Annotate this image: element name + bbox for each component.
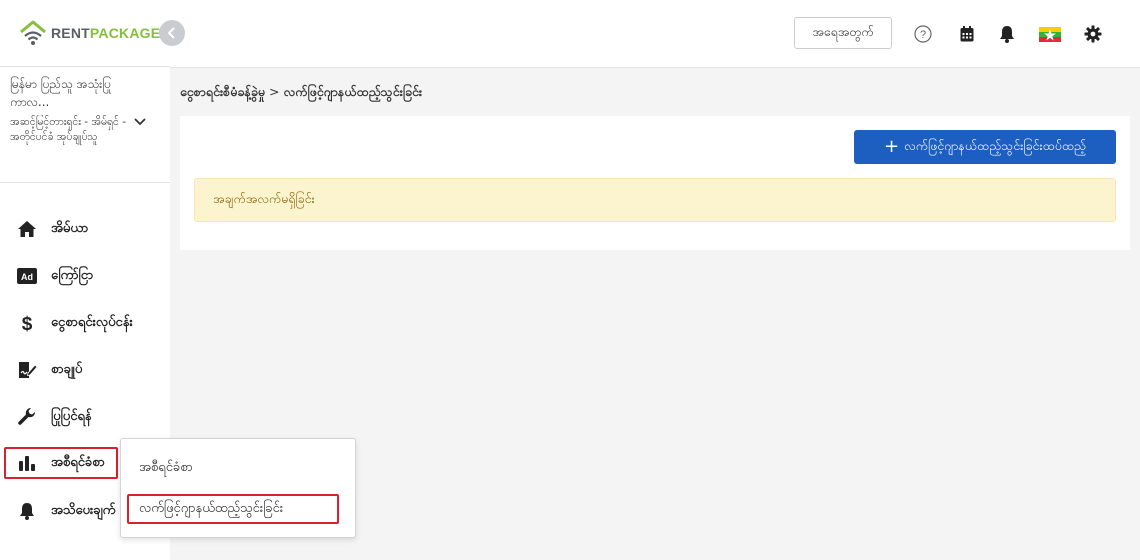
flag-icon[interactable] — [1038, 24, 1062, 44]
sidebar-item-reports[interactable]: အစီရင်ခံစာ — [4, 447, 118, 479]
sidebar-item-contracts[interactable]: စာချုပ် — [4, 354, 118, 386]
empty-state-alert: အချက်အလက်မရှိခြင်း — [194, 178, 1116, 222]
contract-icon — [17, 360, 37, 380]
add-journal-entry-button[interactable]: + လက်ဖြင့်ဂျာနယ်ထည့်သွင်းခြင်းထပ်ထည့် — [854, 130, 1116, 164]
gear-icon[interactable] — [1083, 24, 1103, 44]
submenu-item-manual-journal[interactable]: လက်ဖြင့်ဂျာနယ်ထည့်သွင်းခြင်း — [127, 494, 339, 524]
sidebar-item-label: စာချုပ် — [51, 361, 83, 377]
sidebar-item-label: အစီရင်ခံစာ — [51, 454, 105, 470]
app-logo[interactable]: RENTPACKAGE — [18, 20, 160, 46]
top-bar: အရေအတွက် ? — [170, 0, 1140, 68]
sidebar-item-label: ကြော်ငြာ — [51, 267, 94, 283]
breadcrumb-current: လက်ဖြင့်ဂျာနယ်ထည့်သွင်းခြင်း — [283, 84, 423, 99]
ad-icon: Ad — [17, 266, 37, 286]
add-button-label: လက်ဖြင့်ဂျာနယ်ထည့်သွင်းခြင်းထပ်ထည့် — [904, 137, 1087, 153]
svg-text:Ad: Ad — [21, 272, 33, 282]
empty-message: အချက်အလက်မရှိခြင်း — [213, 190, 315, 206]
header-button[interactable]: အရေအတွက် — [794, 17, 892, 49]
sidebar-item-ads[interactable]: Ad ကြော်ငြာ — [4, 260, 118, 292]
sidebar-item-accounting[interactable]: $ ငွေစာရင်းလုပ်ငန်း — [4, 307, 133, 339]
bell-icon[interactable] — [997, 24, 1017, 44]
sidebar-item-label: အသိပေးချက် — [51, 502, 116, 518]
breadcrumb: ငွေစာရင်းစီမံခန့်ခွဲမှု > လက်ဖြင့်ဂျာနယ်ထည… — [180, 84, 422, 103]
sidebar-item-label: ငွေစာရင်းလုပ်ငန်း — [51, 314, 133, 330]
breadcrumb-parent[interactable]: ငွေစာရင်းစီမံခန့်ခွဲမှု — [180, 84, 265, 99]
sidebar-item-home[interactable]: အိမ်ယာ — [4, 213, 118, 245]
sidebar-item-maintenance[interactable]: ပြုပြင်ရန် — [4, 401, 118, 433]
sidebar-divider — [0, 66, 170, 67]
user-role: အဆင့်မြင့်တားရှင်း - အိမ်ရှင် - အတိုင်ပင… — [10, 116, 127, 143]
wrench-icon — [17, 407, 37, 427]
content-card: + လက်ဖြင့်ဂျာနယ်ထည့်သွင်းခြင်းထပ်ထည့် အခ… — [180, 116, 1130, 250]
logo-text-package: PACKAGE — [89, 25, 161, 41]
sidebar-item-label: အိမ်ယာ — [51, 220, 89, 236]
logo-text-rent: RENT — [51, 25, 90, 41]
svg-text:?: ? — [920, 29, 926, 41]
wifi-home-logo-icon — [20, 20, 46, 45]
calendar-icon[interactable] — [957, 24, 977, 44]
sidebar-item-label: ပြုပြင်ရန် — [51, 408, 92, 424]
breadcrumb-separator: > — [269, 84, 280, 99]
help-icon[interactable]: ? — [913, 24, 933, 44]
user-name: မြန်မာ ပြည်သူ အသုံးပြု ကာလ... — [10, 77, 112, 109]
chevron-down-icon[interactable] — [133, 117, 147, 127]
reports-submenu: အစီရင်ခံစာ လက်ဖြင့်ဂျာနယ်ထည့်သွင်းခြင်း — [120, 438, 356, 538]
bar-chart-icon — [17, 453, 37, 473]
submenu-item-reports[interactable]: အစီရင်ခံစာ — [127, 453, 327, 483]
dollar-icon: $ — [17, 313, 37, 333]
chevron-left-icon — [167, 27, 175, 39]
bell-icon — [17, 501, 37, 521]
sidebar-divider — [0, 182, 170, 183]
plus-icon: + — [883, 136, 900, 157]
sidebar-collapse-button[interactable] — [159, 20, 185, 46]
user-info: မြန်မာ ပြည်သူ အသုံးပြု ကာလ... အဆင့်မြင့်… — [10, 75, 135, 175]
svg-text:$: $ — [22, 314, 33, 333]
home-icon — [17, 219, 37, 239]
